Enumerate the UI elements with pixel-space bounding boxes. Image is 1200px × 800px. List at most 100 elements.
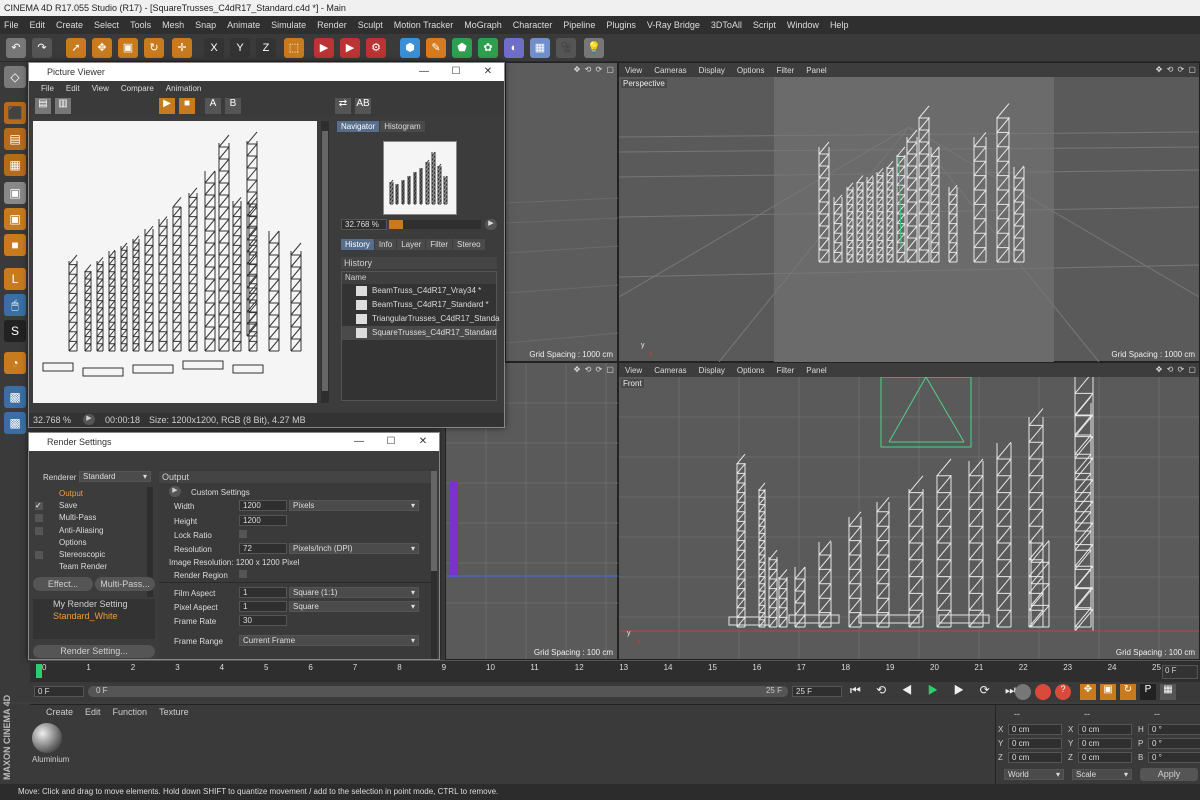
workplane-lock-icon[interactable]: ▩ [4, 386, 26, 408]
preset-my-render-setting[interactable]: My Render Setting [53, 599, 128, 609]
zoom-arrow-icon[interactable]: ▶ [485, 219, 497, 230]
zoom-slider[interactable] [389, 220, 481, 229]
menu-create[interactable]: Create [56, 20, 83, 30]
rs-item-stereoscopic[interactable]: Stereoscopic [59, 550, 105, 559]
coord-value-field[interactable]: 0 cm [1008, 738, 1062, 749]
viewport-menu-panel[interactable]: Panel [806, 66, 826, 75]
menu-sculpt[interactable]: Sculpt [358, 20, 383, 30]
scale-icon[interactable]: ▣ [118, 38, 138, 58]
menu-3dtoall[interactable]: 3DToAll [711, 20, 742, 30]
viewport-menu-cameras[interactable]: Cameras [654, 366, 686, 375]
pv-menu-animation[interactable]: Animation [166, 84, 202, 93]
recent-tool-icon[interactable]: ✛ [172, 38, 192, 58]
key-position-icon[interactable]: ✥ [1080, 684, 1096, 700]
rs-item-checkbox[interactable] [35, 526, 43, 535]
resolution-field[interactable]: 72 [239, 543, 287, 554]
viewport-menu-options[interactable]: Options [737, 66, 765, 75]
y-axis-icon[interactable]: Y [230, 38, 250, 58]
menu-simulate[interactable]: Simulate [271, 20, 306, 30]
menu-plugins[interactable]: Plugins [606, 20, 636, 30]
key-parameter-icon[interactable]: P [1140, 684, 1156, 700]
floor-icon[interactable]: ▦ [530, 38, 550, 58]
menu-animate[interactable]: Animate [227, 20, 260, 30]
coord-value-field[interactable]: 0 ° [1148, 738, 1200, 749]
render-icon[interactable]: ▶ [159, 98, 175, 114]
picture-viewer-window[interactable]: Picture Viewer — ☐ ✕ File Edit View Compare An… [28, 62, 505, 428]
redo-icon[interactable]: ↷ [32, 38, 52, 58]
tab-layer[interactable]: Layer [397, 239, 426, 250]
cube-icon[interactable]: ⬢ [400, 38, 420, 58]
tab-navigator[interactable]: Navigator [337, 121, 380, 132]
render-setting-button[interactable]: Render Setting... [33, 645, 155, 658]
rotate-icon[interactable]: ↻ [144, 38, 164, 58]
material-swatch[interactable] [32, 723, 62, 753]
image-scrollbar[interactable] [321, 121, 329, 403]
tab-filter[interactable]: Filter [426, 239, 453, 250]
material-menu-texture[interactable]: Texture [159, 707, 189, 717]
history-item[interactable]: SquareTrusses_C4dR17_Standard [342, 326, 497, 340]
rs-item-checkbox[interactable] [35, 514, 43, 523]
tab-stereo[interactable]: Stereo [453, 239, 485, 250]
end-frame-field[interactable]: 25 F [792, 686, 842, 697]
minimize-button[interactable]: — [343, 433, 375, 451]
deformer-icon[interactable]: ◐ [504, 38, 524, 58]
history-item[interactable]: BeamTruss_C4dR17_Vray34 * [342, 284, 496, 298]
effect-button[interactable]: Effect... [33, 577, 93, 591]
coord-value-field[interactable]: 0 cm [1078, 738, 1132, 749]
rs-item-checkbox[interactable]: ✓ [35, 502, 43, 511]
minimize-button[interactable]: — [408, 63, 440, 81]
rs-item-anti-aliasing[interactable]: Anti-Aliasing [59, 526, 103, 535]
status-arrow-icon[interactable]: ▶ [83, 414, 95, 425]
viewport-nav-icons[interactable]: ✥ ⟲ ⟳ ▢ [1156, 65, 1197, 74]
camera-icon[interactable]: 🎥 [556, 38, 576, 58]
coord-value-field[interactable]: 0 ° [1148, 752, 1200, 763]
film-aspect-field[interactable]: 1 [239, 587, 287, 598]
texture-mode-icon[interactable]: ▤ [4, 128, 26, 150]
history-list[interactable]: Name BeamTruss_C4dR17_Vray34 * BeamTruss_… [341, 271, 499, 401]
pixel-aspect-field[interactable]: 1 [239, 601, 287, 612]
pv-menu-view[interactable]: View [92, 84, 109, 93]
frame-rate-field[interactable]: 30 [239, 615, 287, 626]
move-icon[interactable]: ✥ [92, 38, 112, 58]
x-axis-icon[interactable]: X [204, 38, 224, 58]
navigator-zoom-field[interactable]: 32.768 % [341, 219, 387, 230]
pv-menu-file[interactable]: File [41, 84, 54, 93]
resolution-unit-select[interactable]: Pixels/Inch (DPI) [289, 543, 419, 554]
width-unit-select[interactable]: Pixels [289, 500, 419, 511]
select-icon[interactable]: ➚ [66, 38, 86, 58]
viewport-menu-options[interactable]: Options [737, 366, 765, 375]
rs-item-save[interactable]: Save [59, 501, 77, 510]
pen-icon[interactable]: ✎ [426, 38, 446, 58]
menu-character[interactable]: Character [513, 20, 553, 30]
pv-menu-edit[interactable]: Edit [66, 84, 80, 93]
viewport-menu-view[interactable]: View [625, 366, 642, 375]
maximize-button[interactable]: ☐ [440, 63, 472, 81]
history-item[interactable]: BeamTruss_C4dR17_Standard * [342, 298, 496, 312]
render-region-checkbox[interactable] [239, 570, 247, 578]
viewport-top-left[interactable]: ✥ ⟲ ⟳ ▢ Grid Spacing : 1000 cm [505, 62, 619, 362]
custom-settings-arrow[interactable]: ▶ [169, 486, 181, 497]
autokey-icon[interactable] [1035, 684, 1051, 700]
menu-help[interactable]: Help [830, 20, 849, 30]
range-slider[interactable]: 0 F 25 F [88, 686, 788, 697]
rs-item-output[interactable]: Output [59, 489, 83, 498]
apply-button[interactable]: Apply [1140, 768, 1198, 781]
compare-a-icon[interactable]: A [205, 98, 221, 114]
subdivision-icon[interactable]: ⬟ [452, 38, 472, 58]
menu-mesh[interactable]: Mesh [162, 20, 184, 30]
pv-menu-compare[interactable]: Compare [121, 84, 154, 93]
rs-item-multi-pass[interactable]: Multi-Pass [59, 513, 96, 522]
viewport-menu-filter[interactable]: Filter [776, 66, 794, 75]
coordinate-system-icon[interactable]: ⬚ [284, 38, 304, 58]
save-icon[interactable]: ▥ [55, 98, 71, 114]
pixel-aspect-select[interactable]: Square [289, 601, 419, 612]
menu-window[interactable]: Window [787, 20, 819, 30]
tab-history[interactable]: History [341, 239, 374, 250]
playback-controls[interactable]: ⏮ ⟲ ◀ ▶ ▶ ⟳ ⏭ [850, 683, 1022, 698]
menu-script[interactable]: Script [753, 20, 776, 30]
menu-tools[interactable]: Tools [130, 20, 151, 30]
points-mode-icon[interactable]: ▣ [4, 182, 26, 204]
undo-icon[interactable]: ↶ [6, 38, 26, 58]
ab-icon[interactable]: AB [355, 98, 371, 114]
height-field[interactable]: 1200 [239, 515, 287, 526]
